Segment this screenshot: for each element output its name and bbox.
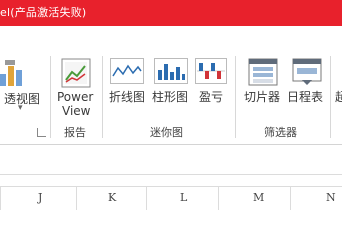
window-title: el(产品激活失败) (0, 6, 87, 19)
chevron-down-icon[interactable]: ▾ (18, 103, 23, 113)
power-view-icon (61, 58, 91, 88)
column-header-k[interactable]: K (108, 191, 116, 204)
group-divider (330, 56, 331, 138)
power-view-button[interactable]: Power View (54, 56, 98, 118)
timeline-label: 日程表 (287, 90, 324, 104)
column-header-m[interactable]: M (253, 191, 264, 204)
slicer-icon (248, 58, 278, 86)
timeline-button[interactable]: 日程表 (286, 56, 328, 106)
next-group-partial-label: 超 (335, 90, 342, 104)
group-divider (50, 56, 51, 138)
column-divider (146, 187, 147, 210)
group-divider (102, 56, 103, 138)
sparkline-line-button[interactable]: 折线图 (107, 56, 147, 106)
pivot-chart-button[interactable]: 透视图 ▾ (0, 56, 48, 118)
winloss-sparkline-label: 盈亏 (199, 90, 224, 104)
line-sparkline-icon (110, 58, 144, 84)
sparkline-group-label: 迷你图 (150, 126, 183, 139)
power-view-label-line2: View (62, 104, 91, 118)
pivot-chart-icon (0, 60, 22, 86)
dialog-launcher-icon[interactable] (37, 128, 46, 137)
column-header-row: J K L M N (0, 186, 342, 210)
filter-group-label: 筛选器 (264, 126, 297, 139)
column-sparkline-icon (154, 58, 188, 84)
slicer-label: 切片器 (244, 90, 281, 104)
report-group-label: 报告 (64, 126, 86, 139)
column-divider (218, 187, 219, 210)
sparkline-winloss-button[interactable]: 盈亏 (195, 56, 229, 106)
sparkline-column-button[interactable]: 柱形图 (150, 56, 192, 106)
column-divider (290, 187, 291, 210)
column-header-l[interactable]: L (180, 191, 187, 204)
column-sparkline-label: 柱形图 (152, 90, 189, 104)
winloss-sparkline-icon (195, 58, 227, 84)
column-divider (76, 187, 77, 210)
timeline-icon (292, 58, 322, 85)
column-divider (0, 187, 1, 210)
column-header-n[interactable]: N (326, 191, 336, 204)
slicer-button[interactable]: 切片器 (240, 56, 284, 106)
power-view-label-line1: Power (57, 90, 94, 104)
column-header-j[interactable]: J (38, 191, 42, 204)
formula-bar[interactable] (0, 147, 342, 175)
title-bar: el(产品激活失败) (0, 0, 342, 26)
group-divider (235, 56, 236, 138)
line-sparkline-label: 折线图 (109, 90, 146, 104)
